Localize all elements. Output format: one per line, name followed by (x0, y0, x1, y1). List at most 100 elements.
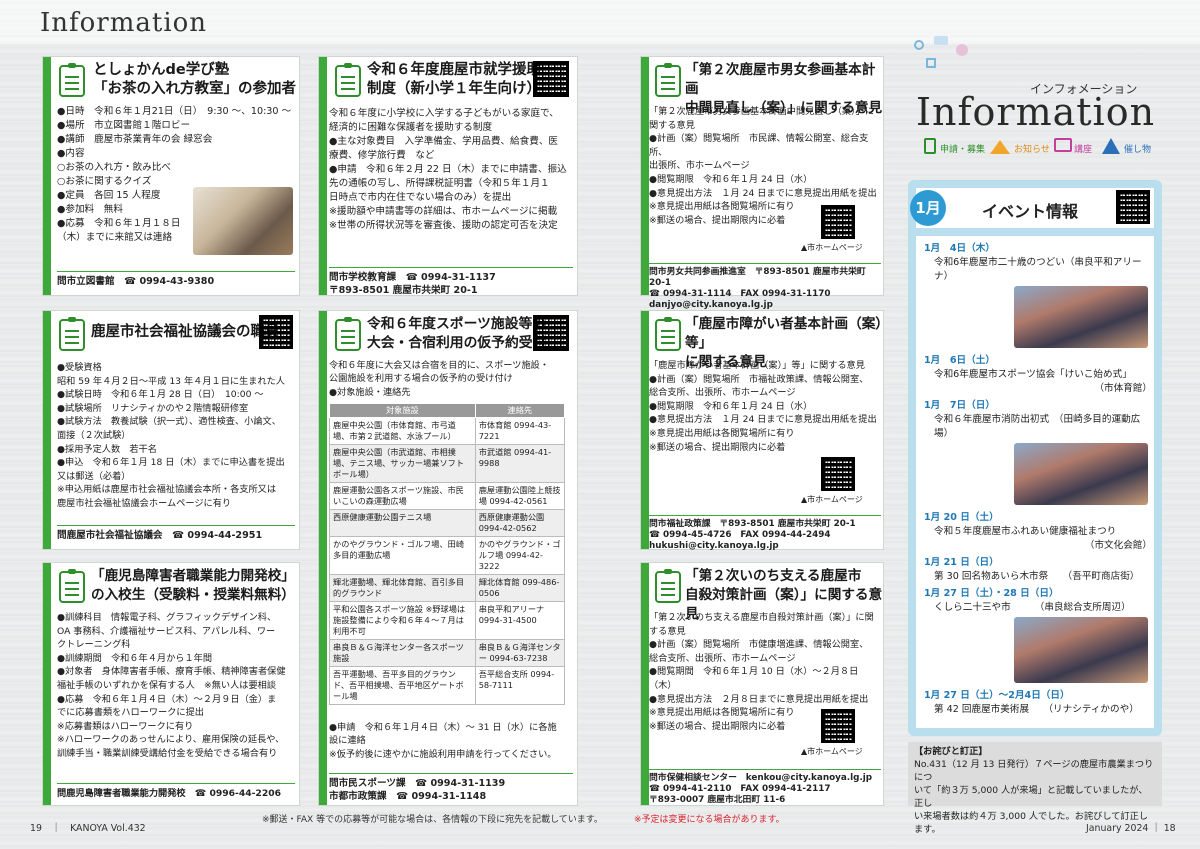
card-title: 「鹿児島障害者職業能力開発校」 の入校生（受験料・授業料無料） (91, 568, 295, 603)
category-apply: 申請・募集 (940, 145, 986, 155)
card-school-aid: 令和６年度鹿屋市就学援助 制度（新小学１年生向け） 令和６年度に小学校に入学する子… (318, 56, 578, 296)
table-row: 串良Ｂ＆Ｇ海洋センター各スポーツ施設 串良Ｂ＆Ｇ海洋センター 0994-63-72… (329, 639, 566, 667)
clipboard-icon (335, 63, 361, 97)
clipboard-icon (655, 569, 681, 603)
event-item: 1月 6日（土） 令和6年鹿屋市スポーツ協会「けいこ始め式」 （市体育館） (924, 352, 1152, 394)
category-lecture: 講座 (1074, 145, 1093, 155)
clipboard-icon (655, 317, 681, 351)
contact-cell: 鹿屋運動公園陸上競技場 0994-42-0561 (474, 482, 566, 510)
table-row: 輝北運動場、輝北体育館、百引多目的グラウンド 輝北体育館 099-486-0506 (329, 574, 566, 602)
card-sports-reservation: 令和６年度スポーツ施設等の 大会・合宿利用の仮予約受付 令和６年度に大会又は合宿を… (318, 310, 578, 806)
table-row: 鹿屋中央公園（市体育館、市弓道場、市第２武道館、水泳プール） 市体育館 0994-… (329, 417, 566, 445)
card-suicide-plan: 「第２次いのち支える鹿屋市 自殺対策計画（案）」に関する意見 「第２次いのち支える… (640, 562, 884, 806)
event-date: 1月 21 日（日） (924, 557, 999, 568)
facility-cell: 鹿屋運動公園各スポーツ施設、市民いこいの森運動広場 (329, 482, 476, 510)
facility-table: 対象施設 連絡先 鹿屋中央公園（市体育館、市弓道場、市第２武道館、水泳プール） 市体… (329, 403, 566, 705)
qr-code[interactable] (259, 315, 293, 349)
card-title: 令和６年度鹿屋市就学援助 制度（新小学１年生向け） (367, 62, 541, 97)
facility-cell: 平和公園各スポーツ施設 ※野球場は施設整備により令和６年４～７月は利用不可 (329, 601, 476, 640)
event-date: 1月 27 日（土）・28 日（日） (924, 588, 1059, 599)
table-row: 鹿屋中央公園（市武道館、市相撲場、テニス場、サッカー場兼ソフトボール場） 市武道館… (329, 444, 566, 483)
card-title: としょかんde学び塾 「お茶の入れ方教室」の参加者 (93, 62, 296, 97)
event-name: 第 42 回鹿屋市美術展 （リナシティかのや） (934, 704, 1139, 715)
contact-cell: 吾平総合支所 0994-58-7111 (474, 666, 566, 705)
contact-info: 問市民スポーツ課 ☎ 0994-31-1139 市都市政策課 ☎ 0994-31-… (329, 773, 573, 803)
event-photo (1014, 443, 1148, 505)
event-name: くしら二十三や市 （串良総合支所周辺） (934, 602, 1131, 613)
category-notice: お知らせ (1014, 145, 1050, 155)
event-name: 令和５年度鹿屋市ふれあい健康福祉まつり (934, 526, 1117, 537)
event-item: 1月 20 日（土） 令和５年度鹿屋市ふれあい健康福祉まつり （市文化会館） (924, 509, 1152, 551)
qr-code[interactable] (1116, 190, 1150, 224)
contact-info: 問鹿児島障害者職業能力開発校 ☎ 0996-44-2206 (57, 783, 295, 800)
info-big-title: Information (916, 90, 1156, 134)
facility-cell: 吾平運動場、吾平多目的グラウンド、吾平相撲場、吾平地区ゲートボール場 (329, 666, 476, 705)
contact-cell: 串良平和アリーナ 0994-31-4500 (474, 601, 566, 640)
contact-cell: 串良Ｂ＆Ｇ海洋センター 0994-63-7238 (474, 639, 566, 667)
table-row: 吾平運動場、吾平多目的グラウンド、吾平相撲場、吾平地区ゲートボール場 吾平総合支所… (329, 666, 566, 705)
event-date: 1月 27 日（土）～2月4日（日） (924, 690, 1070, 701)
event-name: 第 30 回名物あいら木市祭 （吾平町商店街） (934, 571, 1140, 582)
card-body: 令和６年度に小学校に入学する子どもがいる家庭で、 経済的に困難な保護者を援助する制… (329, 108, 567, 231)
qr-caption: ▲市ホームページ (801, 243, 863, 252)
event-date: 1月 6日（土） (924, 355, 995, 366)
table-row: 平和公園各スポーツ施設 ※野球場は施設整備により令和６年４～７月は利用不可 串良平… (329, 601, 566, 640)
contact-info: 問市保健相談センター kenkou@city.kanoya.lg.jp ☎ 099… (649, 769, 881, 806)
event-place: （市文化会館） (1084, 540, 1152, 551)
table-row: 鹿屋運動公園各スポーツ施設、市民いこいの森運動広場 鹿屋運動公園陸上競技場 099… (329, 482, 566, 510)
event-month-badge: 1月 (910, 190, 946, 226)
qr-code[interactable] (533, 61, 569, 97)
facility-cell: 鹿屋中央公園（市体育館、市弓道場、市第２武道館、水泳プール） (329, 417, 476, 445)
event-item: 1月 27 日（土）・28 日（日） くしら二十三や市 （串良総合支所周辺） (924, 585, 1152, 683)
errata-box: 【お詫びと訂正】 No.431（12 月 13 日発行）７ページの鹿屋市農業まつ… (908, 742, 1162, 835)
qr-code[interactable] (821, 205, 855, 239)
card-vocational-school: 「鹿児島障害者職業能力開発校」 の入校生（受験料・授業料無料） ●訓練科目 情報電… (42, 562, 300, 806)
card-body: ●訓練科目 情報電子科、グラフィックデザイン科、 OA 事務科、介護福祉サービス科… (57, 612, 286, 759)
event-photo (1014, 617, 1148, 683)
facility-cell: かのやグラウンド・ゴルフ場、田崎多目的運動広場 (329, 536, 476, 575)
event-list: 1月 4日（木） 令和6年鹿屋市二十歳のつどい（串良平和アリーナ） 1月 6日（土）… (924, 240, 1152, 718)
table-header: 連絡先 (474, 403, 566, 418)
contact-cell: かのやグラウンド・ゴルフ場 0994-42-3222 (474, 536, 566, 575)
table-header: 対象施設 (329, 403, 476, 418)
facility-cell: 鹿屋中央公園（市武道館、市相撲場、テニス場、サッカー場兼ソフトボール場） (329, 444, 476, 483)
category-event: 催し物 (1124, 145, 1152, 155)
footer-left: 19 ｜ KANOYA Vol.432 (30, 823, 146, 834)
footer-notice-red: ※予定は変更になる場合があります。 (634, 815, 785, 825)
qr-code[interactable] (533, 315, 569, 351)
contact-cell: 西原健康運動公園 0994-42-0562 (474, 509, 566, 537)
qr-code[interactable] (821, 709, 855, 743)
card-gender-plan: 「第２次鹿屋市男女参画基本計画 中間見直し（案）」に関する意見 「第２次鹿屋市男女… (640, 56, 884, 310)
qr-code[interactable] (821, 457, 855, 491)
book-icon (1054, 138, 1072, 152)
megaphone-icon (990, 140, 1010, 154)
tea-photo (193, 187, 293, 255)
event-title: イベント情報 (982, 202, 1079, 221)
card-body: 令和６年度に大会又は合宿を目的に、スポーツ施設・ 公園施設を利用する場合の仮予約の… (329, 360, 550, 398)
errata-title: 【お詫びと訂正】 (914, 746, 988, 757)
clipboard-icon (59, 63, 85, 97)
category-legend: 申請・募集 お知らせ 講座 催し物 (918, 136, 1158, 160)
card-body: ●受験資格 昭和 59 年４月２日～平成 13 年４月１日に生まれた人 ●試験日時 … (57, 362, 285, 509)
event-panel: 1月 イベント情報 1月 4日（木） 令和6年鹿屋市二十歳のつどい（串良平和アリー… (908, 180, 1162, 736)
clipboard-icon (655, 63, 681, 97)
tent-icon (1102, 138, 1120, 154)
event-photo (1014, 286, 1148, 348)
card-body: 「鹿屋市障がい者基本計画（案）」等」に関する意見 ●計画（案）閲覧場所 市福祉政策… (649, 360, 877, 453)
card-tea-class: としょかんde学び塾 「お茶の入れ方教室」の参加者 ●日時 令和６年１月21日（日… (42, 56, 300, 296)
card-body-footer: ●申請 令和６年１月４日（木）～ 31 日（水）に各施 設に連絡 ※仮予約後に速やか… (329, 722, 557, 760)
event-name: 令和6年鹿屋市二十歳のつどい（串良平和アリーナ） (934, 257, 1142, 282)
clipboard-icon (59, 569, 85, 603)
qr-caption: ▲市ホームページ (801, 747, 863, 756)
footer-right: January 2024 ｜ 18 (1086, 823, 1176, 834)
info-logo-decoration (910, 34, 990, 80)
event-item: 1月 4日（木） 令和6年鹿屋市二十歳のつどい（串良平和アリーナ） (924, 240, 1152, 348)
event-item: 1月 7日（日） 令和６年鹿屋市消防出初式 （田崎多目的運動広場） (924, 397, 1152, 505)
contact-info: 問市男女共同参画推進室 〒893-8501 鹿屋市共栄町 20-1 ☎ 0994-… (649, 263, 881, 311)
contact-cell: 輝北体育館 099-486-0506 (474, 574, 566, 602)
event-name: 令和６年鹿屋市消防出初式 （田崎多目的運動広場） (934, 414, 1141, 439)
contact-info: 問市福祉政策課 〒893-8501 鹿屋市共栄町 20-1 ☎ 0994-45-4… (649, 515, 881, 552)
clipboard-icon (59, 317, 85, 351)
contact-info: 問市立図書館 ☎ 0994-43-9380 (57, 271, 295, 288)
event-place: （市体育館） (1094, 383, 1152, 394)
